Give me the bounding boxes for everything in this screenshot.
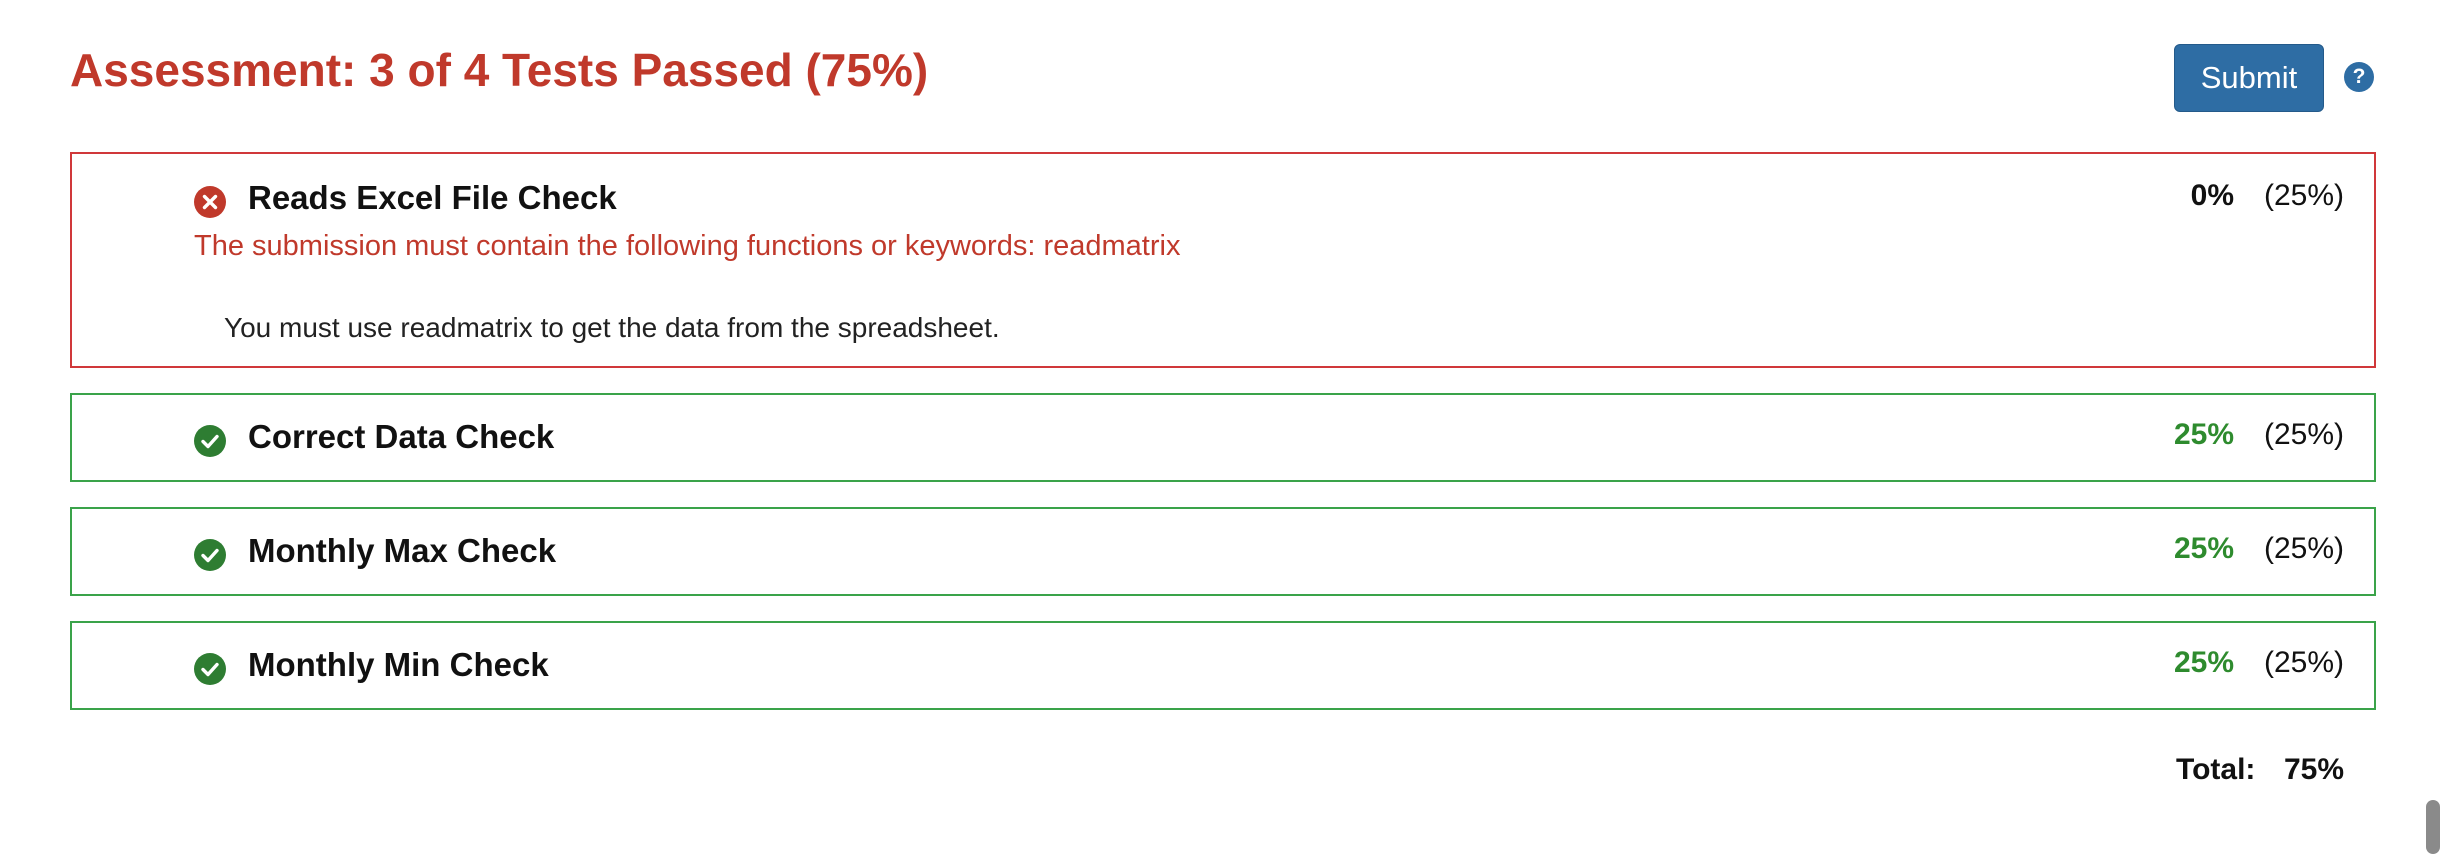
test-name: Monthly Max Check (248, 532, 557, 569)
total-value: 75% (2284, 753, 2345, 786)
test-weight: (25%) (2263, 646, 2344, 679)
test-hint-message: You must use readmatrix to get the data … (224, 312, 1000, 343)
test-result-correct-data: Correct Data Check 25% (25%) (70, 393, 2376, 482)
test-name: Correct Data Check (248, 418, 555, 455)
test-score: 25% (2173, 532, 2234, 565)
total-label: Total: (2176, 753, 2256, 786)
test-score: 0% (2190, 179, 2234, 212)
test-weight: (25%) (2263, 179, 2344, 212)
check-circle-icon (194, 425, 226, 457)
test-result-monthly-max: Monthly Max Check 25% (25%) (70, 507, 2376, 596)
assessment-title: Assessment: 3 of 4 Tests Passed (75%) (70, 44, 929, 96)
x-circle-icon (194, 186, 226, 218)
submit-button[interactable]: Submit (2174, 44, 2324, 112)
test-score: 25% (2173, 418, 2234, 451)
test-result-reads-excel: Reads Excel File Check 0% (25%) The subm… (70, 152, 2376, 368)
test-score: 25% (2173, 646, 2234, 679)
check-circle-icon (194, 653, 226, 685)
help-icon[interactable]: ? (2344, 62, 2374, 92)
test-weight: (25%) (2263, 418, 2344, 451)
test-name: Reads Excel File Check (248, 179, 617, 216)
test-error-message: The submission must contain the followin… (194, 230, 1181, 262)
test-name: Monthly Min Check (248, 646, 549, 683)
test-result-monthly-min: Monthly Min Check 25% (25%) (70, 621, 2376, 710)
test-weight: (25%) (2263, 532, 2344, 565)
scrollbar-thumb[interactable] (2426, 800, 2440, 854)
check-circle-icon (194, 539, 226, 571)
